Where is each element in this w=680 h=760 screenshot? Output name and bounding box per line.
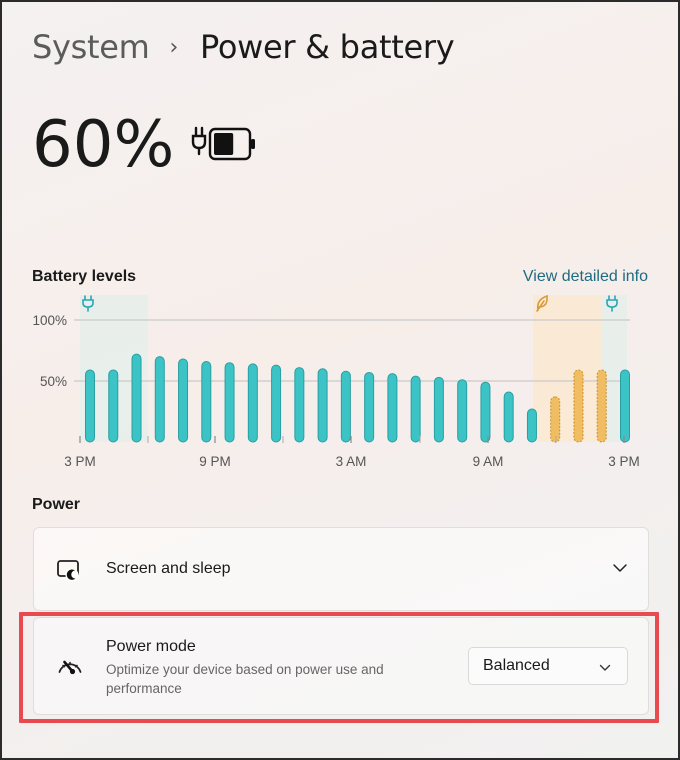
chevron-down-icon[interactable]: [612, 560, 628, 576]
battery-bar: [178, 358, 189, 443]
x-tick-label: 3 AM: [336, 454, 367, 469]
power-mode-selected-value: Balanced: [483, 657, 550, 674]
screen-and-sleep-row[interactable]: Screen and sleep: [33, 527, 649, 611]
power-mode-description: Optimize your device based on power use …: [106, 662, 384, 696]
battery-bar: [224, 362, 235, 443]
y-tick-label: 50%: [40, 374, 67, 389]
power-mode-gauge-icon: [58, 660, 82, 675]
power-mode-dropdown[interactable]: Balanced: [468, 647, 628, 685]
battery-levels-chart: 100% 50% 3 PM 9 PM 3 AM 9 AM 3 PM: [32, 294, 640, 469]
x-tick-label: 9 AM: [473, 454, 504, 469]
breadcrumb-system-link[interactable]: System: [32, 28, 150, 66]
battery-charging-icon: [191, 126, 255, 161]
screen-and-sleep-label: Screen and sleep: [106, 560, 231, 577]
x-tick-label: 3 PM: [608, 454, 640, 469]
battery-bar: [480, 381, 491, 443]
power-section-title: Power: [32, 496, 81, 513]
x-tick-label: 3 PM: [64, 454, 96, 469]
battery-bar: [201, 360, 212, 443]
battery-bar: [364, 371, 375, 443]
battery-bar: [340, 370, 351, 443]
power-mode-label: Power mode: [106, 638, 196, 655]
chevron-down-icon: [599, 664, 611, 671]
battery-bar: [387, 373, 398, 443]
battery-bar: [573, 369, 584, 443]
page-title: Power & battery: [200, 28, 455, 66]
battery-bar: [596, 369, 607, 443]
battery-bar: [433, 376, 444, 443]
battery-bar: [317, 368, 328, 443]
y-tick-label: 100%: [32, 313, 67, 328]
screen-sleep-icon: [57, 560, 79, 582]
battery-bar: [550, 396, 561, 443]
breadcrumb-separator: ›: [169, 34, 179, 60]
battery-bar: [620, 369, 630, 443]
battery-bar: [503, 391, 514, 443]
battery-bar: [271, 364, 282, 443]
battery-bar: [247, 363, 258, 443]
battery-bar: [526, 408, 537, 443]
battery-percentage: 60%: [32, 108, 175, 182]
view-detailed-info-link[interactable]: View detailed info: [523, 268, 648, 286]
battery-bar: [154, 356, 165, 443]
x-tick-label: 9 PM: [199, 454, 231, 469]
battery-bar: [294, 367, 305, 443]
battery-levels-title: Battery levels: [32, 268, 137, 285]
battery-bar: [85, 369, 95, 443]
battery-bar: [457, 379, 468, 443]
battery-bar: [131, 353, 142, 443]
battery-bar: [108, 369, 119, 443]
power-mode-row: Power mode Optimize your device based on…: [33, 617, 649, 715]
breadcrumb: System › Power & battery: [32, 28, 455, 66]
battery-bar: [410, 375, 421, 443]
battery-saver-region: [533, 295, 601, 442]
